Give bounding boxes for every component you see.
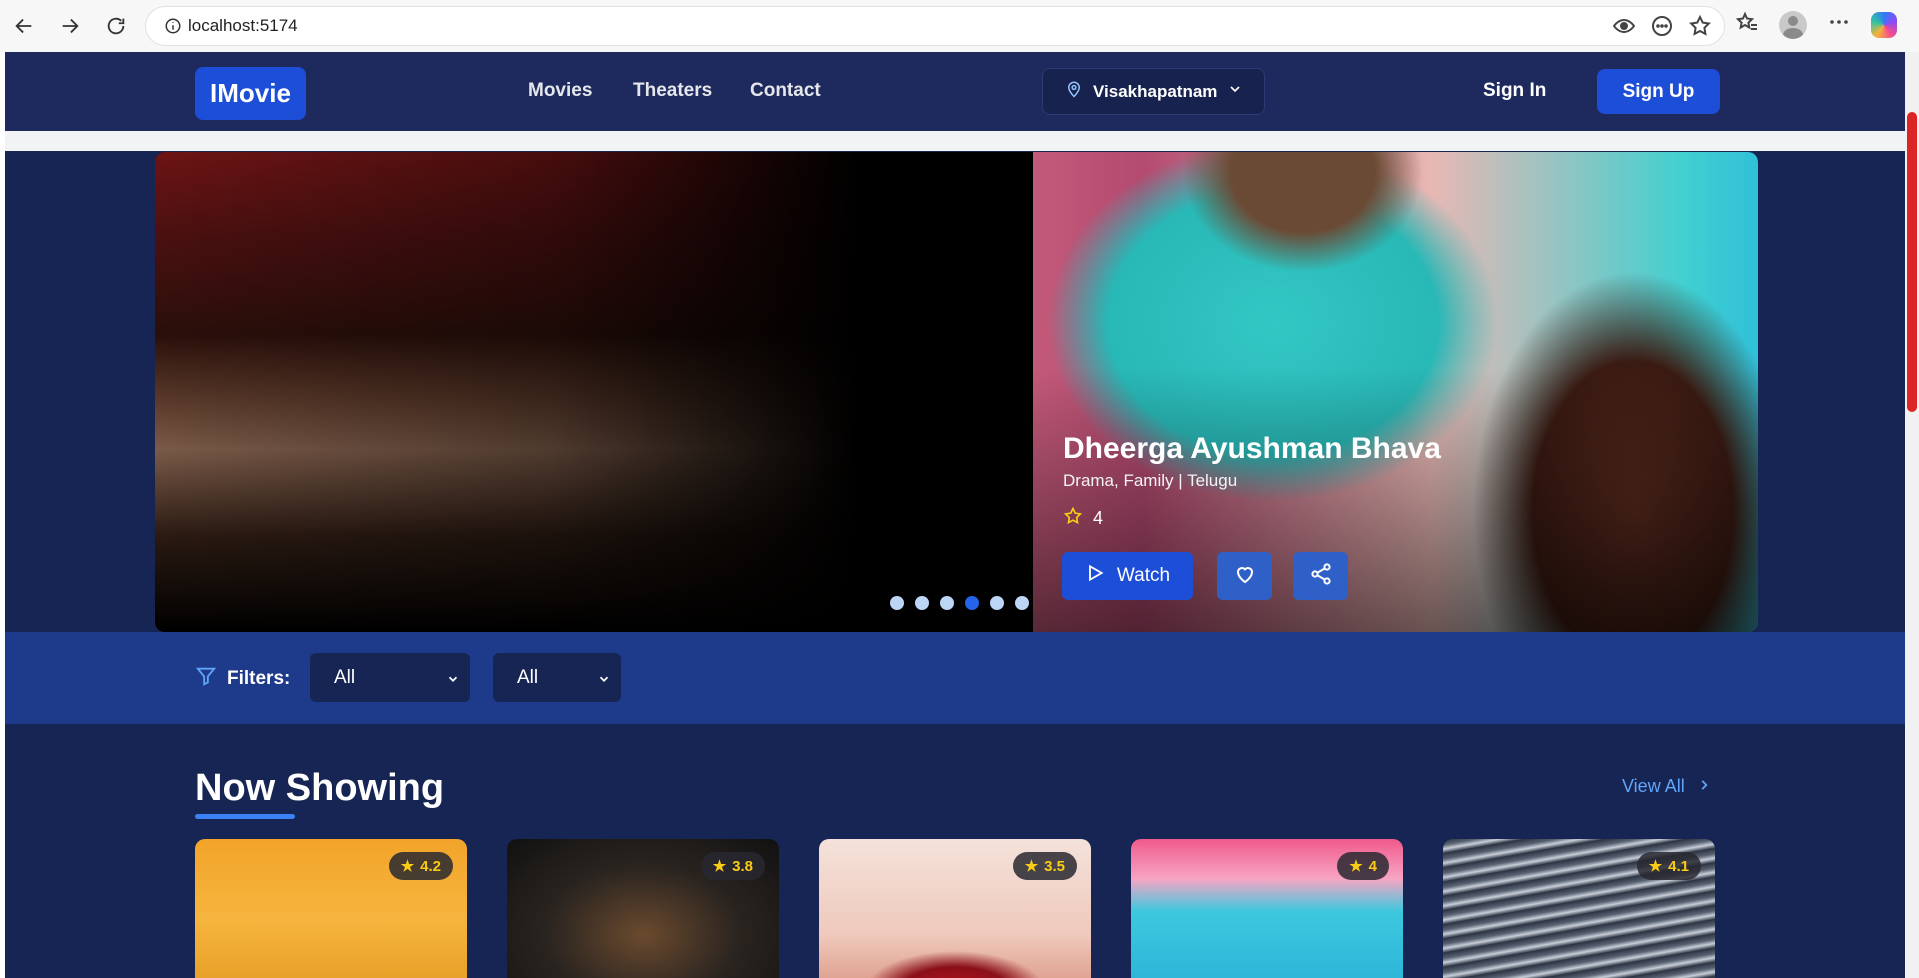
filter-select-1[interactable]: All: [310, 653, 470, 702]
sign-in-link[interactable]: Sign In: [1483, 80, 1546, 102]
filters-label: Filters:: [227, 668, 291, 689]
movie-card[interactable]: ★ 4: [1131, 839, 1403, 978]
star-icon: ★: [400, 858, 415, 875]
rating-value: 3.5: [1044, 857, 1065, 875]
url-text: localhost:5174: [188, 16, 298, 35]
view-all-label: View All: [1622, 776, 1685, 796]
rating-value: 4.1: [1668, 857, 1689, 875]
chevron-down-icon: [597, 670, 611, 692]
nav-movies[interactable]: Movies: [528, 80, 592, 102]
profile-avatar-icon[interactable]: [1779, 10, 1807, 39]
watch-button[interactable]: Watch: [1062, 552, 1193, 600]
hero-rating-value: 4: [1093, 508, 1104, 528]
chevron-right-icon: [1697, 776, 1711, 797]
back-icon[interactable]: [8, 10, 40, 42]
site-info-icon[interactable]: [164, 17, 182, 40]
star-icon: ★: [1349, 858, 1363, 875]
more-tools-icon[interactable]: [1650, 14, 1674, 43]
reload-icon[interactable]: [100, 10, 132, 42]
hero-rating: 4: [1063, 506, 1103, 531]
scrollbar[interactable]: [1905, 52, 1919, 978]
rating-badge: ★ 3.8: [700, 852, 765, 880]
location-selector[interactable]: Visakhapatnam: [1042, 68, 1265, 115]
filter-select-1-value: All: [334, 666, 356, 688]
heart-icon: [1233, 562, 1257, 591]
rating-badge: ★ 4.2: [388, 852, 453, 880]
location-label: Visakhapatnam: [1093, 81, 1218, 101]
carousel-dot[interactable]: [940, 596, 954, 610]
filters-bar: Filters: All All: [5, 632, 1905, 724]
more-options-icon[interactable]: [1827, 10, 1851, 39]
star-icon: [1063, 506, 1083, 531]
nav-theaters[interactable]: Theaters: [633, 80, 712, 102]
carousel-dot[interactable]: [890, 596, 904, 610]
copilot-icon[interactable]: [1871, 11, 1897, 38]
filter-icon: [195, 665, 217, 693]
carousel-dot[interactable]: [1015, 596, 1029, 610]
hero-carousel: Dheerga Ayushman Bhava Drama, Family | T…: [155, 152, 1758, 632]
logo[interactable]: IMovie: [195, 67, 306, 120]
rating-badge: ★ 3.5: [1012, 852, 1077, 880]
map-pin-icon: [1065, 80, 1083, 103]
share-button[interactable]: [1293, 552, 1348, 600]
view-all-link[interactable]: View All: [1622, 776, 1711, 797]
favorites-icon[interactable]: [1735, 10, 1759, 39]
scrollbar-thumb[interactable]: [1907, 112, 1917, 412]
carousel-dot[interactable]: [915, 596, 929, 610]
nav-contact[interactable]: Contact: [750, 80, 821, 102]
filters-heading: Filters:: [195, 665, 290, 693]
browser-toolbar: localhost:5174: [0, 0, 1919, 52]
movie-card[interactable]: ★ 4.1: [1443, 839, 1715, 978]
chevron-down-icon: [1227, 81, 1243, 102]
movie-card[interactable]: ★ 4.2: [195, 839, 467, 978]
favorite-button[interactable]: [1217, 552, 1272, 600]
section-underline: [195, 814, 295, 819]
tracking-eye-icon[interactable]: [1612, 14, 1636, 43]
hero-genre: Drama, Family | Telugu: [1063, 471, 1238, 490]
favorite-star-icon[interactable]: [1688, 14, 1712, 43]
rating-value: 4: [1368, 857, 1377, 875]
app-header: IMovie Movies Theaters Contact Visakhapa…: [5, 52, 1905, 131]
star-icon: ★: [712, 858, 727, 875]
carousel-dot[interactable]: [990, 596, 1004, 610]
page-viewport: IMovie Movies Theaters Contact Visakhapa…: [5, 52, 1905, 978]
carousel-dot-active[interactable]: [965, 596, 979, 610]
rating-badge: ★ 4.1: [1636, 852, 1701, 880]
hero-title: Dheerga Ayushman Bhava: [1063, 432, 1441, 465]
chevron-down-icon: [446, 670, 460, 692]
now-showing-title: Now Showing: [195, 767, 445, 809]
sign-up-button[interactable]: Sign Up: [1597, 69, 1720, 114]
play-icon: [1085, 563, 1105, 589]
share-icon: [1309, 562, 1333, 591]
movie-card[interactable]: ★ 3.5: [819, 839, 1091, 978]
address-bar[interactable]: localhost:5174: [145, 6, 1725, 46]
star-icon: ★: [1024, 858, 1039, 875]
forward-icon[interactable]: [54, 10, 86, 42]
watch-label: Watch: [1116, 565, 1171, 586]
movie-card[interactable]: ★ 3.8: [507, 839, 779, 978]
hero-backdrop: [155, 152, 1033, 632]
header-divider: [5, 131, 1905, 151]
filter-select-2[interactable]: All: [493, 653, 621, 702]
star-icon: ★: [1648, 858, 1663, 875]
rating-badge: ★ 4: [1337, 852, 1389, 880]
filter-select-2-value: All: [517, 666, 539, 688]
rating-value: 3.8: [732, 857, 753, 875]
rating-value: 4.2: [420, 857, 441, 875]
carousel-dots: [890, 596, 1029, 610]
